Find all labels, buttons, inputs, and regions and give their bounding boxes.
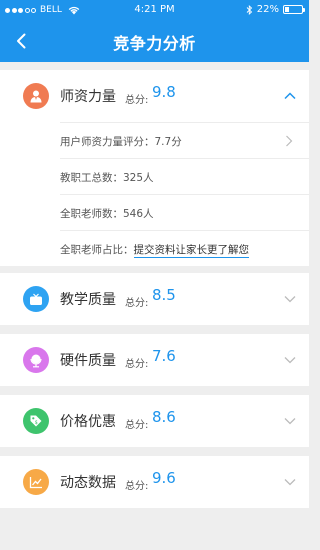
section-title: 教学质量 xyxy=(60,292,116,308)
battery-icon xyxy=(283,5,305,14)
score-label: 总分: xyxy=(125,95,149,106)
battery-percent: 22% xyxy=(256,4,279,15)
detail-row-rating[interactable]: 用户师资力量评分：7.7分 xyxy=(60,122,309,158)
section-hardware-quality[interactable]: 硬件质量 总分: 7.6 xyxy=(0,334,309,386)
chevron-down-icon xyxy=(284,479,296,486)
section-price-discount[interactable]: $ 价格优惠 总分: 8.6 xyxy=(0,395,309,447)
bluetooth-icon xyxy=(246,4,252,15)
section-dynamic-data[interactable]: 动态数据 总分: 9.6 xyxy=(0,456,309,508)
detail-staff-total: 教职工总数：325人 xyxy=(60,172,154,184)
score-label: 总分: xyxy=(125,359,149,370)
status-bar: BELL 4:21 PM 22% xyxy=(0,0,309,20)
score-value: 8.5 xyxy=(152,286,176,304)
app-header: BELL 4:21 PM 22% 竞争力分析 xyxy=(0,0,309,62)
score-value: 8.6 xyxy=(152,408,176,426)
tv-icon xyxy=(23,286,49,312)
section-teacher-strength: 师资力量 总分: 9.8 用户师资力量评分：7.7分 教职工总数：325人 全职… xyxy=(0,70,309,266)
chart-icon xyxy=(23,469,49,495)
svg-text:$: $ xyxy=(35,420,38,426)
person-icon xyxy=(23,83,49,109)
section-title: 价格优惠 xyxy=(60,414,116,430)
score-value: 9.6 xyxy=(152,469,176,487)
detail-row-fulltime-teachers: 全职老师数：546人 xyxy=(60,194,309,230)
section-title: 硬件质量 xyxy=(60,353,116,369)
detail-fulltime-ratio-label: 全职老师占比： xyxy=(60,244,134,256)
detail-row-staff-total: 教职工总数：325人 xyxy=(60,158,309,194)
score-value: 7.6 xyxy=(152,347,176,365)
page-title: 竞争力分析 xyxy=(113,34,196,53)
globe-icon xyxy=(23,347,49,373)
section-teaching-quality[interactable]: 教学质量 总分: 8.5 xyxy=(0,273,309,325)
score-label: 总分: xyxy=(125,298,149,309)
section-header-teacher-strength[interactable]: 师资力量 总分: 9.8 xyxy=(0,70,309,122)
detail-rating: 用户师资力量评分：7.7分 xyxy=(60,136,182,148)
detail-row-fulltime-ratio: 全职老师占比：提交资料让家长更了解您 xyxy=(60,230,309,266)
section-title: 师资力量 xyxy=(60,89,116,105)
chevron-down-icon xyxy=(284,296,296,303)
score-label: 总分: xyxy=(125,481,149,492)
chevron-up-icon[interactable] xyxy=(283,89,297,103)
score-label: 总分: xyxy=(125,420,149,431)
tag-icon: $ xyxy=(23,408,49,434)
section-title: 动态数据 xyxy=(60,475,116,491)
chevron-down-icon xyxy=(284,418,296,425)
detail-fulltime-teachers: 全职老师数：546人 xyxy=(60,208,154,220)
chevron-right-icon xyxy=(286,135,293,147)
score-value: 9.8 xyxy=(152,83,176,101)
submit-info-link[interactable]: 提交资料让家长更了解您 xyxy=(133,244,249,258)
chevron-down-icon xyxy=(284,357,296,364)
